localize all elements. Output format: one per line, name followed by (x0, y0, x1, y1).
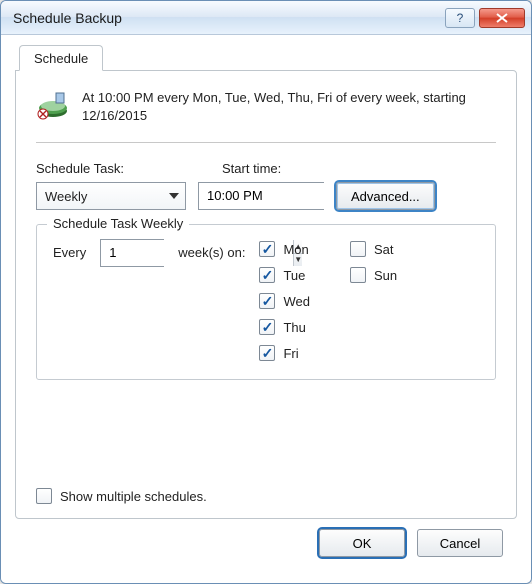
check-icon (350, 267, 366, 283)
schedule-icon (36, 87, 70, 121)
cancel-button[interactable]: Cancel (417, 529, 503, 557)
every-n-weeks-input[interactable]: ▲ ▼ (100, 239, 164, 267)
day-label: Wed (283, 294, 310, 309)
check-icon (259, 293, 275, 309)
checkbox-thu[interactable]: Thu (259, 319, 310, 335)
start-time-label: Start time: (222, 161, 281, 176)
check-icon (350, 241, 366, 257)
ok-button[interactable]: OK (319, 529, 405, 557)
checkbox-fri[interactable]: Fri (259, 345, 310, 361)
check-icon (259, 345, 275, 361)
day-label: Sun (374, 268, 397, 283)
checkbox-tue[interactable]: Tue (259, 267, 310, 283)
schedule-backup-dialog: Schedule Backup ? Schedule (0, 0, 532, 584)
tab-page-schedule: At 10:00 PM every Mon, Tue, Wed, Thu, Fr… (15, 70, 517, 519)
schedule-task-weekly-group: Schedule Task Weekly Every ▲ ▼ week(s) o… (36, 224, 496, 380)
day-label: Sat (374, 242, 394, 257)
schedule-task-dropdown[interactable]: Weekly (36, 182, 186, 210)
close-button[interactable] (479, 8, 525, 28)
check-icon (259, 241, 275, 257)
titlebar: Schedule Backup ? (1, 1, 531, 35)
day-label: Tue (283, 268, 305, 283)
window-title: Schedule Backup (13, 10, 445, 26)
checkbox-sat[interactable]: Sat (350, 241, 397, 257)
every-label: Every (53, 239, 86, 260)
group-legend: Schedule Task Weekly (47, 216, 189, 231)
start-time-input[interactable]: ▲ ▼ (198, 182, 324, 210)
check-icon (259, 267, 275, 283)
checkbox-show-multiple-schedules[interactable]: Show multiple schedules. (36, 488, 207, 504)
tab-schedule[interactable]: Schedule (19, 45, 103, 71)
day-label: Fri (283, 346, 298, 361)
advanced-button[interactable]: Advanced... (336, 182, 435, 210)
check-icon (259, 319, 275, 335)
schedule-summary: At 10:00 PM every Mon, Tue, Wed, Thu, Fr… (82, 87, 496, 124)
check-icon (36, 488, 52, 504)
weeks-on-label: week(s) on: (178, 239, 245, 260)
schedule-task-label: Schedule Task: (36, 161, 188, 176)
day-label: Mon (283, 242, 308, 257)
checkbox-mon[interactable]: Mon (259, 241, 310, 257)
schedule-task-value: Weekly (45, 189, 87, 204)
chevron-down-icon (169, 193, 179, 199)
separator (36, 142, 496, 143)
checkbox-wed[interactable]: Wed (259, 293, 310, 309)
show-multiple-label: Show multiple schedules. (60, 489, 207, 504)
close-icon (495, 13, 509, 23)
day-label: Thu (283, 320, 305, 335)
checkbox-sun[interactable]: Sun (350, 267, 397, 283)
help-button[interactable]: ? (445, 8, 475, 28)
